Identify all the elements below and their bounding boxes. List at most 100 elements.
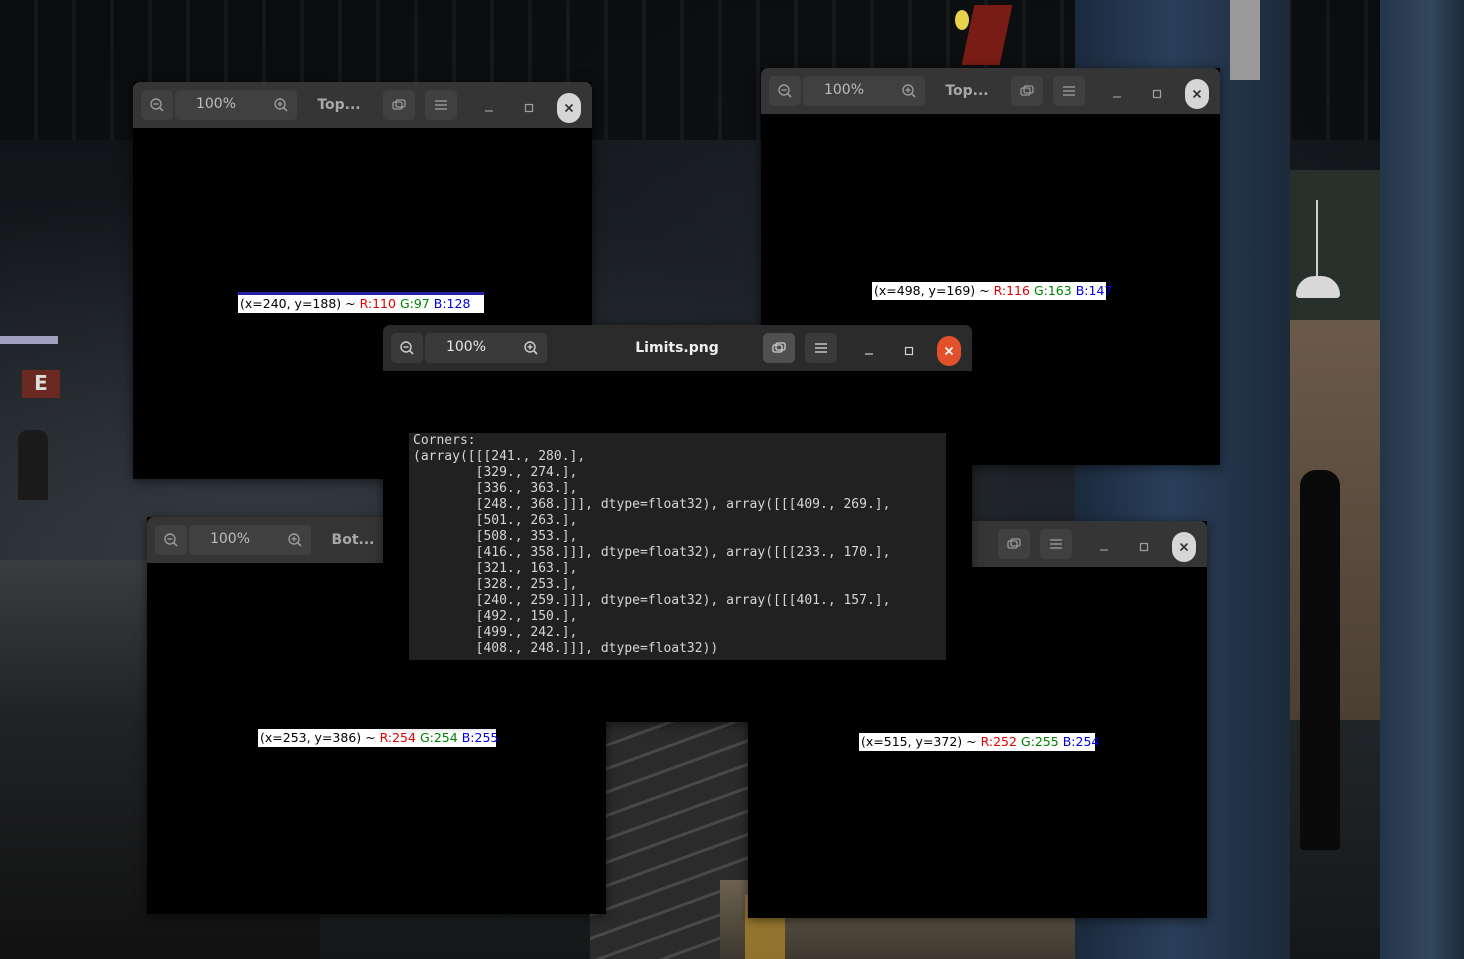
zoom-in-icon	[274, 98, 288, 112]
pixel-status-bar: (x=253, y=386) ~ R:254 G:254 B:255	[258, 729, 499, 747]
pixel-coords: (x=253, y=386) ~	[260, 730, 380, 745]
titlebar[interactable]: 100% Limits.png	[383, 325, 972, 371]
zoom-out-button[interactable]	[141, 90, 173, 120]
pixel-status-bar: (x=515, y=372) ~ R:252 G:255 B:254	[859, 733, 1099, 751]
zoom-out-icon	[778, 84, 792, 98]
pixel-green: G:255	[1020, 734, 1059, 749]
zoom-in-icon	[902, 84, 916, 98]
minimize-icon	[865, 353, 873, 355]
wallpaper-person-right	[1300, 470, 1340, 850]
code-line: [328., 253.],	[413, 577, 578, 592]
minimize-icon	[1113, 96, 1121, 98]
wallpaper-exit-sign: E	[22, 370, 60, 398]
maximize-button[interactable]	[897, 336, 921, 366]
wallpaper-pipe	[1230, 0, 1260, 80]
maximize-button[interactable]	[1132, 532, 1156, 562]
zoom-out-button[interactable]	[769, 76, 801, 106]
pixel-coords: (x=515, y=372) ~	[861, 734, 981, 749]
code-line: [416., 358.]]], dtype=float32), array([[…	[413, 545, 891, 560]
zoom-level: 100%	[823, 82, 865, 98]
maximize-button[interactable]	[517, 93, 541, 123]
code-line: [240., 259.]]], dtype=float32), array([[…	[413, 593, 891, 608]
wallpaper-light-left	[0, 336, 58, 344]
zoom-out-button[interactable]	[155, 525, 187, 555]
pixel-blue: B:147	[1075, 283, 1113, 298]
zoom-in-button[interactable]	[515, 333, 547, 363]
image-window-limits[interactable]: 100% Limits.png Corners: (array([[[241., …	[383, 325, 972, 722]
pixel-coords: (x=240, y=188) ~	[240, 296, 360, 311]
window-title: Top...	[945, 83, 989, 99]
corners-output-text: Corners: (array([[[241., 280.], [329., 27…	[409, 433, 946, 660]
zoom-out-icon	[400, 341, 414, 355]
code-line: [492., 150.],	[413, 609, 578, 624]
close-button[interactable]	[1172, 532, 1196, 562]
menu-button[interactable]	[425, 90, 457, 120]
zoom-in-button[interactable]	[265, 90, 297, 120]
minimize-button[interactable]	[1092, 532, 1116, 562]
zoom-in-icon	[288, 533, 302, 547]
fit-window-button[interactable]	[1011, 76, 1043, 106]
zoom-level: 100%	[195, 96, 237, 112]
close-icon	[1192, 89, 1202, 99]
menu-button[interactable]	[1040, 529, 1072, 559]
code-line: [501., 263.],	[413, 513, 578, 528]
menu-button[interactable]	[1053, 76, 1085, 106]
code-line: [336., 363.],	[413, 481, 578, 496]
code-line: [408., 248.]]], dtype=float32))	[413, 641, 719, 656]
zoom-level: 100%	[445, 339, 487, 355]
pixel-green: G:163	[1033, 283, 1072, 298]
pixel-blue: B:255	[461, 730, 499, 745]
fit-window-icon	[392, 99, 406, 110]
fit-window-button[interactable]	[383, 90, 415, 120]
wallpaper-lamp-cord	[1316, 200, 1318, 280]
minimize-icon	[1100, 549, 1108, 551]
zoom-out-icon	[150, 98, 164, 112]
code-line: (array([[[241., 280.],	[413, 449, 586, 464]
fit-window-icon	[1007, 538, 1021, 549]
window-title: Top...	[317, 97, 361, 113]
minimize-button[interactable]	[477, 93, 501, 123]
maximize-button[interactable]	[1145, 79, 1169, 109]
pixel-status-bar: (x=498, y=169) ~ R:116 G:163 B:147	[872, 282, 1112, 300]
close-icon	[1179, 542, 1189, 552]
maximize-icon	[1152, 89, 1162, 99]
pixel-status-bar: (x=240, y=188) ~ R:110 G:97 B:128	[238, 292, 484, 313]
hamburger-menu-icon	[435, 100, 447, 110]
titlebar[interactable]: 100% Top...	[761, 68, 1220, 114]
zoom-level: 100%	[209, 531, 251, 547]
zoom-out-button[interactable]	[391, 333, 423, 363]
titlebar[interactable]: 100% Top...	[133, 82, 592, 128]
fit-window-button[interactable]	[998, 529, 1030, 559]
menu-button[interactable]	[805, 333, 837, 363]
pixel-green: G:97	[399, 296, 430, 311]
zoom-in-button[interactable]	[893, 76, 925, 106]
close-button[interactable]	[937, 336, 961, 366]
pixel-red: R:252	[980, 734, 1017, 749]
pixel-red: R:110	[359, 296, 396, 311]
wallpaper-bulb	[955, 10, 969, 30]
code-line: Corners:	[413, 433, 476, 448]
zoom-in-button[interactable]	[279, 525, 311, 555]
close-icon	[564, 103, 574, 113]
pixel-red: R:254	[379, 730, 416, 745]
close-button[interactable]	[1185, 79, 1209, 109]
wallpaper-right-pillar	[1380, 0, 1464, 959]
pixel-coords: (x=498, y=169) ~	[874, 283, 994, 298]
code-line: [508., 353.],	[413, 529, 578, 544]
zoom-out-icon	[164, 533, 178, 547]
pixel-blue: B:128	[433, 296, 471, 311]
code-line: [248., 368.]]], dtype=float32), array([[…	[413, 497, 891, 512]
maximize-icon	[1139, 542, 1149, 552]
close-button[interactable]	[557, 93, 581, 123]
close-icon	[944, 346, 954, 356]
window-title: Bot...	[331, 532, 375, 548]
window-title: Limits.png	[635, 340, 719, 356]
minimize-icon	[485, 110, 493, 112]
fit-window-button[interactable]	[763, 333, 795, 363]
minimize-button[interactable]	[1105, 79, 1129, 109]
pixel-green: G:254	[419, 730, 458, 745]
hamburger-menu-icon	[815, 343, 827, 353]
code-line: [499., 242.],	[413, 625, 578, 640]
minimize-button[interactable]	[857, 336, 881, 366]
maximize-icon	[904, 346, 914, 356]
